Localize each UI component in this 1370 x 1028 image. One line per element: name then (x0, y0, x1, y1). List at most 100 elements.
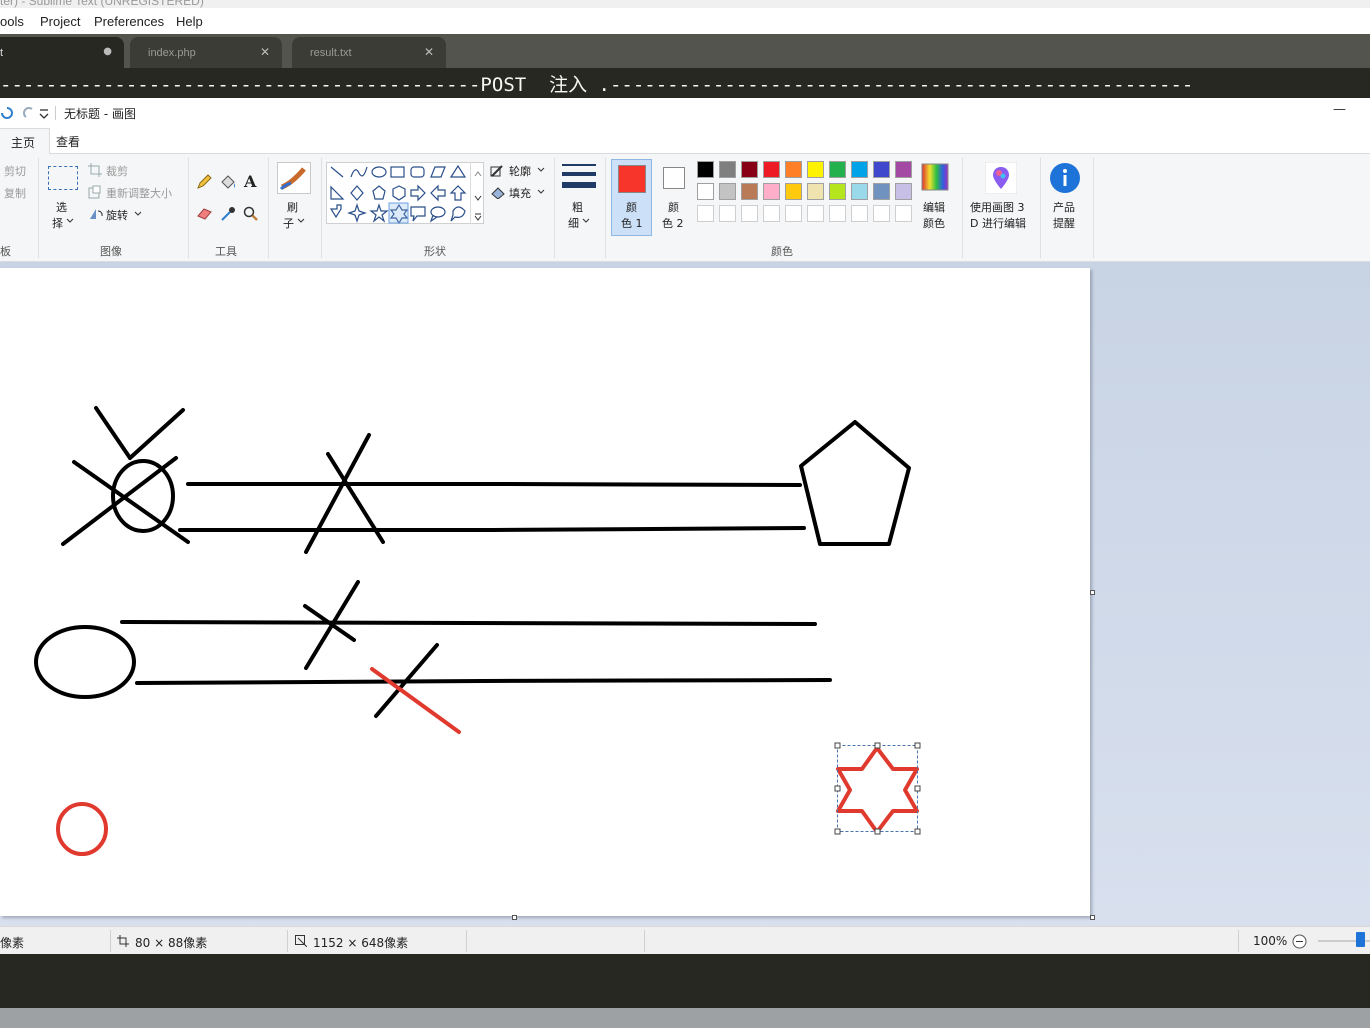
edit-colors-label-bottom[interactable]: 颜色 (923, 215, 945, 231)
crop-button[interactable]: 裁剪 (106, 163, 128, 179)
palette-swatch[interactable] (741, 161, 758, 178)
color-picker-icon[interactable] (220, 206, 236, 222)
size-icon[interactable] (562, 162, 596, 192)
resize-handle[interactable] (874, 742, 881, 749)
resize-handle[interactable] (874, 828, 881, 835)
close-icon[interactable]: ✕ (260, 45, 270, 59)
color2-label-bottom: 色 2 (662, 217, 684, 230)
resize-handle[interactable] (834, 828, 841, 835)
menu-preferences[interactable]: Preferences (94, 14, 164, 29)
palette-swatch[interactable] (851, 183, 868, 200)
color1-label-top: 颜 (626, 201, 637, 214)
stroke-line (178, 526, 806, 532)
info-icon[interactable] (1049, 162, 1081, 194)
custom-color-slot[interactable] (785, 205, 802, 222)
unsaved-dot-icon[interactable]: ● (103, 46, 112, 57)
custom-color-slot[interactable] (719, 205, 736, 222)
resize-handle[interactable] (914, 785, 921, 792)
palette-swatch[interactable] (807, 183, 824, 200)
color2-swatch[interactable] (663, 167, 685, 189)
palette-swatch[interactable] (785, 161, 802, 178)
custom-color-slot[interactable] (763, 205, 780, 222)
custom-color-slot[interactable] (807, 205, 824, 222)
palette-swatch[interactable] (741, 183, 758, 200)
custom-color-slot[interactable] (741, 205, 758, 222)
product-alert-line1[interactable]: 产品 (1053, 199, 1075, 215)
palette-swatch[interactable] (785, 183, 802, 200)
shapes-scroll[interactable] (470, 162, 484, 224)
product-alert-line2[interactable]: 提醒 (1053, 215, 1075, 231)
paint3d-line2[interactable]: D 进行编辑 (970, 215, 1026, 231)
shapes-gallery[interactable] (326, 162, 484, 225)
canvas-handle-corner[interactable] (1090, 915, 1095, 920)
rotate-button[interactable]: 旋转 (106, 207, 128, 223)
copy-button[interactable]: 复制 (4, 185, 26, 201)
custom-color-slot[interactable] (873, 205, 890, 222)
palette-swatch[interactable] (873, 161, 890, 178)
tab-view[interactable]: 查看 (42, 128, 94, 154)
quick-access-icons[interactable] (0, 104, 52, 122)
palette-swatch[interactable] (763, 161, 780, 178)
outline-button[interactable]: 轮廓 (509, 163, 531, 179)
group-divider (962, 158, 963, 258)
palette-swatch[interactable] (719, 183, 736, 200)
paint3d-line1[interactable]: 使用画图 3 (970, 199, 1025, 215)
menu-help[interactable]: Help (176, 14, 203, 29)
tab-index-php[interactable]: index.php ✕ (130, 37, 282, 68)
sublime-editor-bottom[interactable] (0, 954, 1370, 1008)
custom-color-slot[interactable] (829, 205, 846, 222)
fill-bucket-icon[interactable] (219, 174, 237, 190)
drawing-canvas[interactable] (0, 268, 1090, 916)
zoom-slider-thumb[interactable] (1356, 932, 1365, 947)
resize-handle[interactable] (834, 785, 841, 792)
stroke-line (135, 678, 832, 685)
pencil-icon[interactable] (196, 174, 212, 190)
resize-handle[interactable] (914, 742, 921, 749)
custom-color-slot[interactable] (851, 205, 868, 222)
palette-swatch[interactable] (895, 161, 912, 178)
custom-color-slot[interactable] (697, 205, 714, 222)
text-icon[interactable]: A (243, 172, 259, 190)
palette-swatch[interactable] (895, 183, 912, 200)
colors-group-label: 颜色 (771, 245, 793, 258)
selection-size: 80 × 88像素 (135, 936, 208, 950)
tab-active[interactable]: t ● (0, 37, 124, 68)
palette-swatch[interactable] (851, 161, 868, 178)
palette-swatch[interactable] (807, 161, 824, 178)
palette-swatch[interactable] (697, 161, 714, 178)
palette-swatch[interactable] (829, 161, 846, 178)
eraser-icon[interactable] (196, 206, 214, 220)
close-icon[interactable]: ✕ (424, 45, 434, 59)
zoom-out-icon[interactable] (1292, 934, 1307, 949)
drawing-svg[interactable] (0, 268, 1090, 916)
resize-handle[interactable] (914, 828, 921, 835)
resize-button[interactable]: 重新调整大小 (106, 185, 172, 201)
menu-project[interactable]: Project (40, 14, 80, 29)
minimize-button[interactable]: — (1333, 102, 1346, 117)
custom-color-slot[interactable] (895, 205, 912, 222)
palette-swatch[interactable] (829, 183, 846, 200)
cut-button[interactable]: 剪切 (4, 163, 26, 179)
edit-colors-label-top[interactable]: 编辑 (923, 199, 945, 215)
select-icon[interactable] (48, 166, 78, 190)
resize-handle[interactable] (834, 742, 841, 749)
rainbow-palette-icon[interactable] (921, 163, 949, 191)
tab-result-txt[interactable]: result.txt ✕ (292, 37, 446, 68)
canvas-handle-right[interactable] (1090, 590, 1095, 595)
palette-swatch[interactable] (697, 183, 714, 200)
fill-button[interactable]: 填充 (509, 185, 531, 201)
magnifier-icon[interactable] (243, 206, 259, 222)
color1-button[interactable]: 颜 色 1 (611, 159, 652, 236)
status-divider (1238, 930, 1239, 952)
canvas-handle-bottom[interactable] (512, 915, 517, 920)
editor-line[interactable]: ----------------------------------------… (0, 68, 1370, 98)
brushes-button[interactable] (277, 162, 311, 194)
color1-swatch (618, 165, 646, 193)
select-label-bottom[interactable]: 择 (52, 215, 63, 231)
menu-tools[interactable]: ools (0, 14, 24, 29)
paint3d-icon[interactable] (985, 162, 1017, 194)
palette-swatch[interactable] (763, 183, 780, 200)
status-divider (110, 930, 111, 952)
palette-swatch[interactable] (873, 183, 890, 200)
palette-swatch[interactable] (719, 161, 736, 178)
